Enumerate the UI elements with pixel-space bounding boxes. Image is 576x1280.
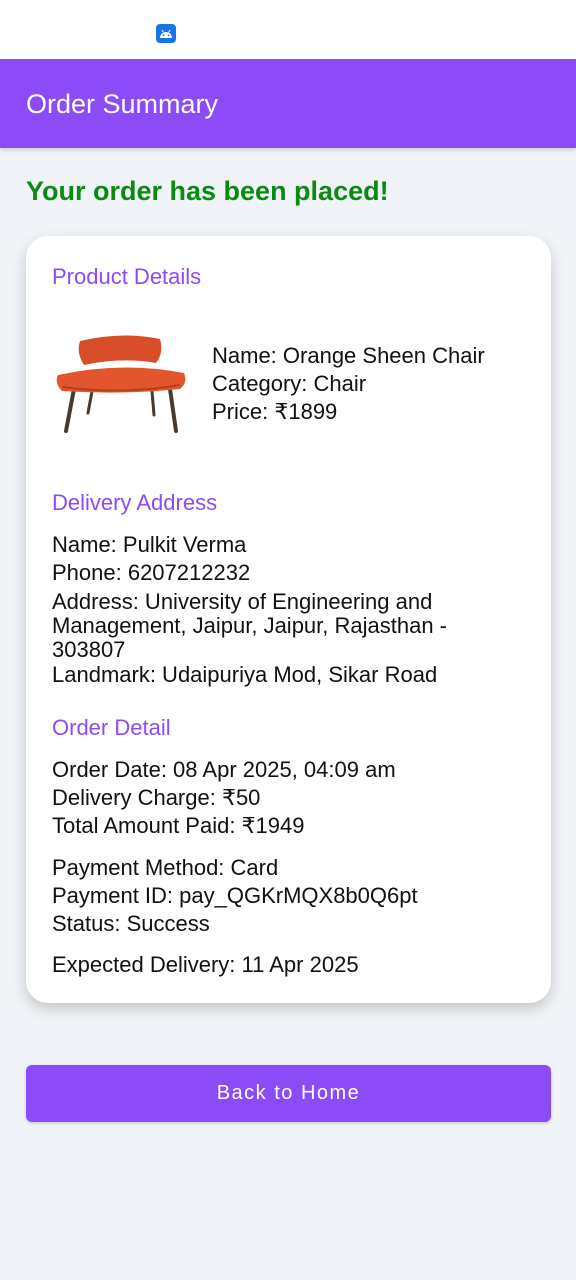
payment-id: Payment ID: pay_QGKrMQX8b0Q6pt <box>52 883 418 908</box>
chair-image <box>52 331 192 436</box>
product-price: Price: ₹1899 <box>212 399 338 424</box>
payment-method: Payment Method: Card <box>52 855 279 880</box>
back-to-home-label: Back to Home <box>216 1082 361 1104</box>
product-details-heading: Product Details <box>52 264 202 289</box>
total-amount: Total Amount Paid: ₹1949 <box>52 813 305 838</box>
app-bar: Order Summary <box>0 59 576 148</box>
delivery-landmark: Landmark: Udaipuriya Mod, Sikar Road <box>52 662 438 687</box>
order-date: Order Date: 08 Apr 2025, 04:09 am <box>52 757 396 782</box>
delivery-address-heading: Delivery Address <box>52 490 218 515</box>
status-bar <box>0 0 576 59</box>
android-debug-icon <box>156 24 176 43</box>
product-name: Name: Orange Sheen Chair <box>212 343 485 368</box>
payment-status: Status: Success <box>52 911 210 936</box>
order-summary-card: Product Details Name: Orange Sheen Chair… <box>26 236 551 1003</box>
expected-delivery: Expected Delivery: 11 Apr 2025 <box>52 952 359 977</box>
delivery-address: Address: University of Engineering and M… <box>52 589 448 662</box>
order-detail-heading: Order Detail <box>52 715 171 740</box>
page-title: Order Summary <box>26 89 219 119</box>
product-category: Category: Chair <box>212 371 367 396</box>
delivery-phone: Phone: 6207212232 <box>52 560 251 585</box>
back-to-home-button[interactable]: Back to Home <box>26 1065 551 1122</box>
delivery-charge: Delivery Charge: ₹50 <box>52 785 261 810</box>
order-placed-message: Your order has been placed! <box>26 176 389 206</box>
delivery-name: Name: Pulkit Verma <box>52 532 247 557</box>
